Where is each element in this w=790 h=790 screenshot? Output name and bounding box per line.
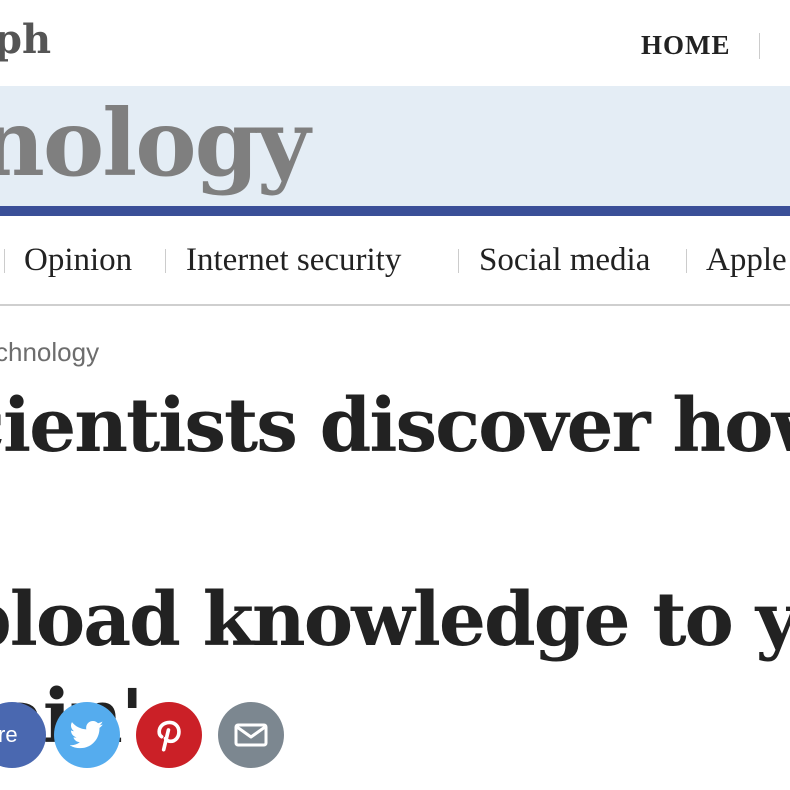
section-banner: nology xyxy=(0,86,790,206)
pinterest-share-button[interactable] xyxy=(136,702,202,768)
subnav-separator xyxy=(458,249,459,273)
subnav-item-apple[interactable]: Apple xyxy=(706,240,787,280)
subnav-divider xyxy=(0,304,790,306)
site-logo[interactable]: ph xyxy=(0,10,51,70)
page: ph HOME nology Opinion Internet security… xyxy=(0,0,790,790)
subnav-separator xyxy=(4,249,5,273)
nav-divider xyxy=(759,33,760,59)
section-title[interactable]: nology xyxy=(0,88,310,198)
masthead: ph HOME xyxy=(0,0,790,86)
envelope-icon xyxy=(234,723,268,747)
email-share-button[interactable] xyxy=(218,702,284,768)
twitter-bird-icon xyxy=(70,720,104,749)
breadcrumb[interactable]: chnology xyxy=(0,334,99,370)
subnav-separator xyxy=(165,249,166,273)
subnav: Opinion Internet security Social media A… xyxy=(0,216,790,304)
subnav-item-opinion[interactable]: Opinion xyxy=(24,240,132,280)
subnav-item-internet-security[interactable]: Internet security xyxy=(186,240,401,280)
article-headline: cientists discover how t pload knowledge… xyxy=(0,383,790,760)
nav-home-link[interactable]: HOME xyxy=(641,28,731,62)
twitter-share-button[interactable] xyxy=(54,702,120,768)
section-rule xyxy=(0,206,790,216)
share-button-label: re xyxy=(0,722,18,747)
subnav-separator xyxy=(686,249,687,273)
pinterest-p-icon xyxy=(157,720,181,752)
subnav-item-social-media[interactable]: Social media xyxy=(479,240,650,280)
